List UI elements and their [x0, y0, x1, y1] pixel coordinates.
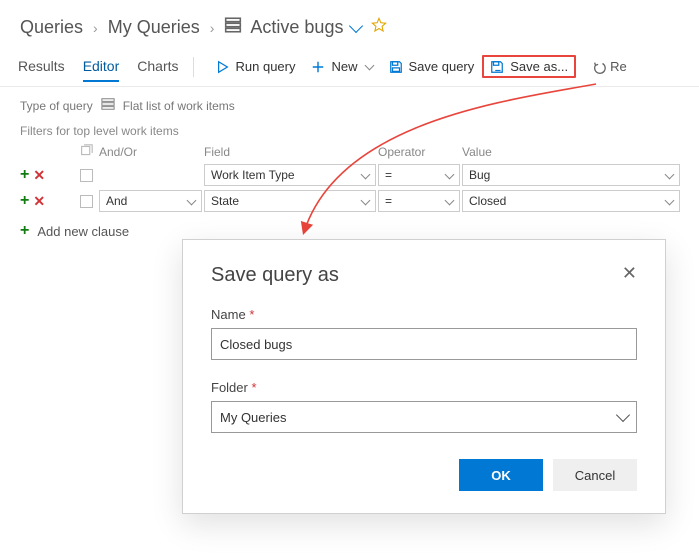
name-input[interactable] — [211, 328, 637, 360]
operator-value: = — [385, 168, 392, 182]
chevron-down-icon — [445, 195, 455, 205]
field-value: Work Item Type — [211, 168, 295, 182]
chevron-down-icon — [187, 195, 197, 205]
breadcrumb-folder[interactable]: My Queries — [108, 17, 200, 38]
run-query-button[interactable]: Run query — [208, 55, 304, 78]
add-row-button[interactable]: + — [20, 193, 29, 209]
delete-row-button[interactable]: ✕ — [33, 168, 45, 182]
query-type-row: Type of query Flat list of work items — [0, 87, 699, 120]
undo-label: Re — [610, 59, 627, 74]
chevron-down-icon — [364, 61, 374, 71]
save-as-icon — [490, 60, 504, 74]
chevron-right-icon: › — [93, 20, 98, 36]
chevron-down-icon — [361, 195, 371, 205]
name-label: Name * — [211, 307, 637, 322]
play-icon — [216, 60, 230, 74]
chevron-down-icon — [361, 169, 371, 179]
chevron-right-icon: › — [210, 20, 215, 36]
operator-select[interactable]: = — [378, 164, 460, 186]
add-clause-label: Add new clause — [37, 224, 129, 239]
divider — [193, 57, 194, 77]
ok-button[interactable]: OK — [459, 459, 543, 491]
breadcrumb-current[interactable]: Active bugs — [250, 17, 343, 38]
undo-icon — [592, 60, 606, 74]
save-as-button[interactable]: Save as... — [482, 55, 576, 78]
dialog-title: Save query as — [211, 264, 339, 287]
andor-select[interactable]: And — [99, 190, 202, 212]
value-select[interactable]: Closed — [462, 190, 680, 212]
filter-caption: Filters for top level work items — [20, 124, 679, 138]
filter-header-row: And/Or Field Operator Value — [20, 142, 679, 162]
breadcrumb: Queries › My Queries › Active bugs — [0, 0, 699, 51]
chevron-down-icon — [665, 169, 675, 179]
filter-row: + ✕ Work Item Type = Bug — [20, 162, 679, 188]
plus-icon — [311, 60, 325, 74]
folder-label: Folder * — [211, 380, 637, 395]
chevron-down-icon — [665, 195, 675, 205]
operator-select[interactable]: = — [378, 190, 460, 212]
row-checkbox[interactable] — [80, 169, 93, 182]
tab-editor[interactable]: Editor — [83, 52, 120, 82]
bulk-select-icon[interactable] — [80, 144, 93, 160]
col-operator: Operator — [378, 145, 462, 159]
tab-charts[interactable]: Charts — [137, 52, 178, 82]
col-andor: And/Or — [99, 145, 137, 159]
plus-icon: + — [20, 222, 29, 240]
value-value: Bug — [469, 168, 490, 182]
save-icon — [389, 60, 403, 74]
field-select[interactable]: State — [204, 190, 376, 212]
chevron-down-icon — [445, 169, 455, 179]
row-checkbox[interactable] — [80, 195, 93, 208]
flat-list-icon — [101, 97, 115, 114]
delete-row-button[interactable]: ✕ — [33, 194, 45, 208]
new-label: New — [331, 59, 357, 74]
tab-results[interactable]: Results — [18, 52, 65, 82]
value-select[interactable]: Bug — [462, 164, 680, 186]
field-value: State — [211, 194, 239, 208]
filter-row: + ✕ And State = Closed — [20, 188, 679, 214]
folder-value: My Queries — [220, 410, 286, 425]
filter-section: Filters for top level work items And/Or … — [0, 120, 699, 244]
operator-value: = — [385, 194, 392, 208]
query-type-value[interactable]: Flat list of work items — [123, 99, 235, 113]
query-type-label: Type of query — [20, 99, 93, 113]
toolbar: Results Editor Charts Run query New Save… — [0, 51, 699, 87]
tabs: Results Editor Charts — [18, 52, 179, 82]
field-select[interactable]: Work Item Type — [204, 164, 376, 186]
breadcrumb-root[interactable]: Queries — [20, 17, 83, 38]
add-row-button[interactable]: + — [20, 167, 29, 183]
save-query-button[interactable]: Save query — [381, 55, 483, 78]
save-as-label: Save as... — [510, 59, 568, 74]
list-icon — [224, 16, 242, 39]
save-label: Save query — [409, 59, 475, 74]
value-value: Closed — [469, 194, 506, 208]
add-new-clause-button[interactable]: + Add new clause — [20, 222, 679, 240]
chevron-down-icon — [616, 408, 630, 422]
andor-value: And — [106, 194, 127, 208]
undo-button[interactable]: Re — [584, 55, 635, 78]
close-icon[interactable]: ✕ — [622, 264, 637, 282]
chevron-down-icon[interactable] — [349, 19, 363, 33]
save-query-dialog: Save query as ✕ Name * Folder * My Queri… — [182, 239, 666, 514]
cancel-button[interactable]: Cancel — [553, 459, 637, 491]
col-field: Field — [204, 145, 378, 159]
col-value: Value — [462, 145, 682, 159]
run-query-label: Run query — [236, 59, 296, 74]
favorite-star-icon[interactable] — [371, 17, 387, 38]
folder-select[interactable]: My Queries — [211, 401, 637, 433]
new-button[interactable]: New — [303, 55, 380, 78]
